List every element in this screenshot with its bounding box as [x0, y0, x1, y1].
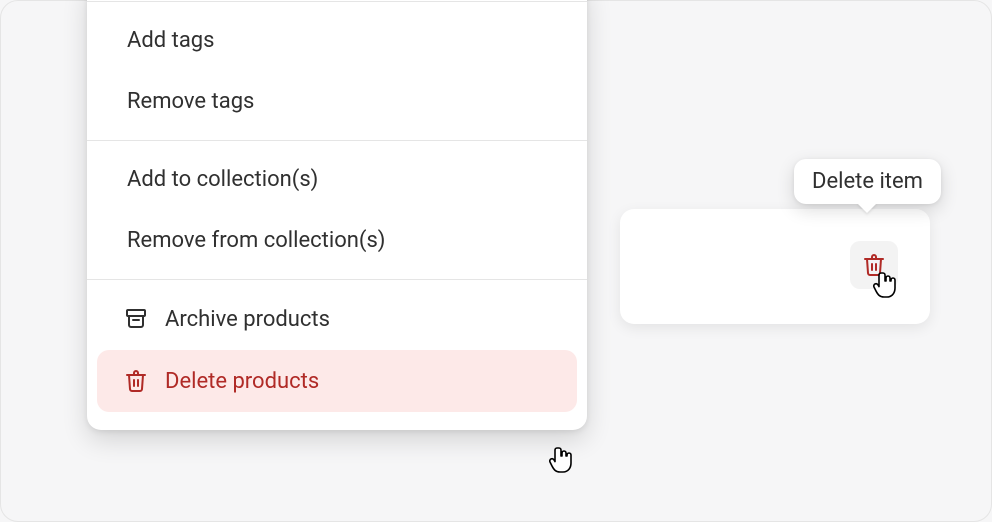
tooltip-text: Delete item [812, 169, 923, 194]
menu-item-remove-from-collections[interactable]: Remove from collection(s) [97, 210, 577, 271]
menu-item-label: Archive products [165, 307, 330, 332]
menu-item-label: Add to collection(s) [127, 167, 318, 192]
menu-item-label: Remove from collection(s) [127, 228, 385, 253]
delete-item-tooltip: Delete item [794, 159, 941, 204]
menu-item-label: Delete products [165, 369, 319, 394]
menu-item-delete-products[interactable]: Delete products [97, 350, 577, 412]
bulk-actions-menu: Add tags Remove tags Add to collection(s… [87, 0, 587, 430]
menu-item-label: Add tags [127, 28, 215, 53]
pointer-cursor-icon [549, 444, 577, 476]
trash-icon [862, 253, 886, 277]
menu-item-archive-products[interactable]: Archive products [97, 288, 577, 350]
trash-icon [123, 368, 149, 394]
menu-item-label: Remove tags [127, 89, 254, 114]
menu-item-add-tags[interactable]: Add tags [97, 10, 577, 71]
menu-group-collections: Add to collection(s) Remove from collect… [87, 141, 587, 279]
archive-icon [123, 306, 149, 332]
item-card [620, 209, 930, 324]
delete-item-button[interactable] [850, 241, 898, 289]
menu-item-remove-tags[interactable]: Remove tags [97, 71, 577, 132]
menu-item-add-to-collections[interactable]: Add to collection(s) [97, 149, 577, 210]
menu-group-archive-delete: Archive products Delete products [87, 280, 587, 420]
menu-group-tags: Add tags Remove tags [87, 2, 587, 140]
